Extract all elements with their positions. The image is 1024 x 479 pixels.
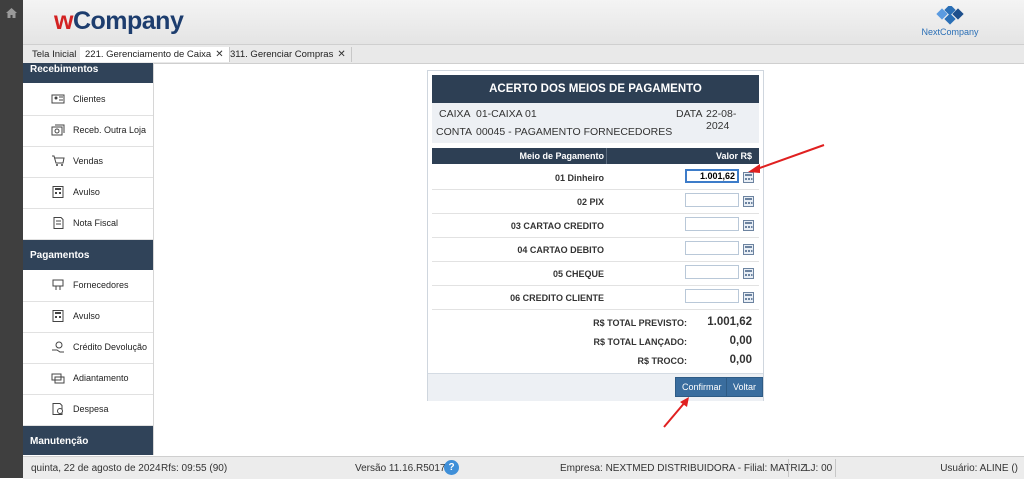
calculator-icon [52, 310, 64, 322]
advance-icon [51, 373, 65, 384]
sidebar-section-manutencao[interactable]: Manutenção [23, 426, 153, 455]
tab-gerenciar-compras[interactable]: 311. Gerenciar Compras ✕ [225, 47, 352, 62]
sidebar-item-avulso-pagamento[interactable]: Avulso [23, 301, 153, 333]
calculator-icon[interactable] [743, 220, 754, 231]
sidebar-item-vendas[interactable]: Vendas [23, 146, 153, 178]
calculator-icon[interactable] [743, 196, 754, 207]
tab-tela-inicial[interactable]: Tela Inicial [27, 47, 83, 62]
help-icon[interactable]: ? [444, 460, 459, 475]
calculator-icon[interactable] [743, 268, 754, 279]
tab-gerenciamento-caixa[interactable]: 221. Gerenciamento de Caixa ✕ [80, 47, 230, 62]
app-header: wCompany NextCompany [23, 0, 1024, 45]
nextcompany-logo: NextCompany [918, 5, 982, 39]
invoice-icon [53, 217, 64, 229]
payment-value-input[interactable] [685, 169, 739, 183]
cash-info: CAIXA 01-CAIXA 01 DATA 22-08-2024 CONTA … [432, 103, 759, 143]
payment-value-input[interactable] [685, 265, 739, 279]
panel-title: ACERTO DOS MEIOS DE PAGAMENTO [432, 75, 759, 103]
store-receipt-icon [51, 124, 65, 136]
sidebar-item-clientes[interactable]: Clientes [23, 84, 153, 116]
sidebar-item-despesa[interactable]: Despesa [23, 394, 153, 426]
sidebar-section-pagamentos[interactable]: Pagamentos [23, 240, 153, 270]
payment-value-input[interactable] [685, 217, 739, 231]
table-row: 02 PIX [432, 189, 759, 214]
payment-value-input[interactable] [685, 241, 739, 255]
annotation-arrow [748, 144, 825, 173]
calculator-icon [52, 186, 64, 198]
calculator-icon[interactable] [743, 244, 754, 255]
payment-value-input[interactable] [685, 193, 739, 207]
calculator-icon[interactable] [743, 292, 754, 303]
sidebar-item-nota-fiscal[interactable]: Nota Fiscal [23, 208, 153, 240]
close-icon[interactable]: ✕ [215, 49, 223, 60]
sidebar-section-recebimentos[interactable]: Recebimentos [23, 63, 153, 83]
close-icon[interactable]: ✕ [337, 49, 345, 60]
table-row: 05 CHEQUE [432, 261, 759, 286]
cart-icon [52, 155, 65, 166]
tab-bar: Tela Inicial 221. Gerenciamento de Caixa… [23, 45, 1024, 64]
table-row: 06 CREDITO CLIENTE [432, 285, 759, 310]
sidebar-item-adiantamento[interactable]: Adiantamento [23, 363, 153, 395]
sidebar: Recebimentos Clientes Receb. Outra Loja … [23, 63, 154, 455]
credit-return-icon [52, 341, 64, 353]
status-bar: quinta, 22 de agosto de 2024 Rfs: 09:55 … [23, 456, 1024, 479]
table-header: Meio de Pagamento Valor R$ [432, 148, 759, 164]
expense-icon [52, 403, 63, 415]
payment-settlement-panel: ACERTO DOS MEIOS DE PAGAMENTO CAIXA 01-C… [427, 70, 764, 401]
home-icon[interactable] [6, 8, 17, 18]
sidebar-item-receb-outra-loja[interactable]: Receb. Outra Loja [23, 115, 153, 147]
left-rail [0, 0, 23, 478]
table-row: 04 CARTAO DEBITO [432, 237, 759, 262]
supplier-icon [52, 279, 64, 290]
payment-value-input[interactable] [685, 289, 739, 303]
table-row: 03 CARTAO CREDITO [432, 213, 759, 238]
annotation-arrow [663, 397, 689, 428]
sidebar-item-avulso[interactable]: Avulso [23, 177, 153, 209]
sidebar-item-credito-devolucao[interactable]: Crédito Devolução [23, 332, 153, 364]
back-button[interactable]: Voltar [726, 377, 764, 397]
clients-icon [51, 94, 65, 104]
table-row: 01 Dinheiro [432, 165, 759, 190]
company-logo: wCompany [54, 7, 184, 35]
sidebar-item-fornecedores[interactable]: Fornecedores [23, 270, 153, 302]
